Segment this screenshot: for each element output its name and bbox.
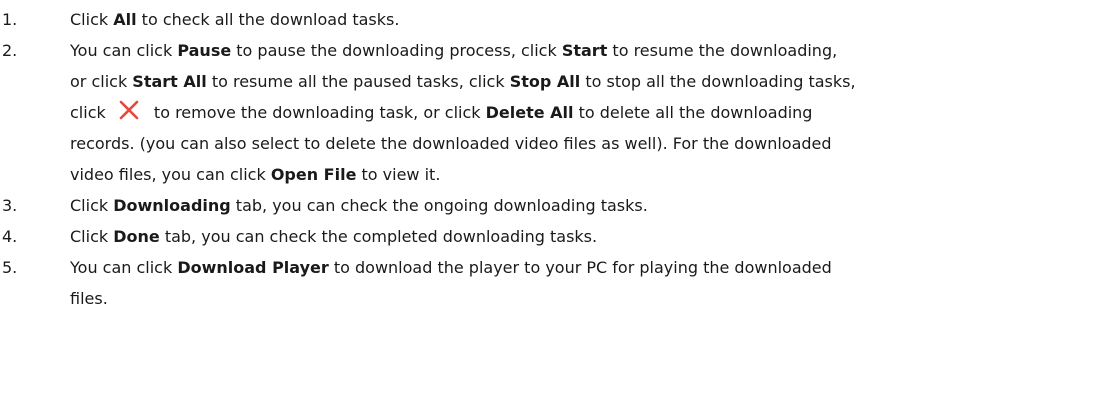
ui-term: All bbox=[113, 10, 137, 29]
text-segment: Click bbox=[70, 196, 114, 215]
step-number: 3. bbox=[2, 196, 18, 215]
instruction-list: 1. Click All to check all the download ta… bbox=[0, 0, 1094, 407]
text-segment: video files, you can click bbox=[70, 165, 271, 184]
text-segment: to delete all the downloading bbox=[573, 103, 813, 122]
text-segment: You can click bbox=[70, 258, 178, 277]
text-segment: to download the player to your PC for pl… bbox=[328, 258, 832, 277]
text-line: or click Start All to resume all the pau… bbox=[70, 66, 1088, 97]
text-line: You can click Download Player to downloa… bbox=[70, 252, 1088, 283]
list-item: 2. You can click Pause to pause the downl… bbox=[0, 35, 1094, 190]
step-text: Click All to check all the download task… bbox=[70, 4, 1088, 35]
text-segment: to view it. bbox=[356, 165, 441, 184]
step-number: 4. bbox=[2, 227, 18, 246]
ui-term: Delete All bbox=[485, 103, 574, 122]
text-segment: to check all the download tasks. bbox=[136, 10, 400, 29]
list-item: 4. Click Done tab, you can check the comp… bbox=[0, 221, 1094, 252]
text-line: records. (you can also select to delete … bbox=[70, 128, 1088, 159]
step-text: You can click Pause to pause the downloa… bbox=[70, 35, 1088, 190]
text-line: Click All to check all the download task… bbox=[70, 4, 1088, 35]
step-text: You can click Download Player to downloa… bbox=[70, 252, 1088, 314]
ui-term: Open File bbox=[270, 165, 357, 184]
text-segment: or click bbox=[70, 72, 133, 91]
step-number: 1. bbox=[2, 10, 18, 29]
text-segment: files. bbox=[70, 289, 108, 308]
step-number: 5. bbox=[2, 258, 18, 277]
text-line: Click Done tab, you can check the comple… bbox=[70, 221, 1088, 252]
step-text: Click Done tab, you can check the comple… bbox=[70, 221, 1088, 252]
text-segment: You can click bbox=[70, 41, 178, 60]
text-segment: records. (you can also select to delete … bbox=[70, 134, 832, 153]
text-segment: to stop all the downloading tasks, bbox=[580, 72, 856, 91]
step-number: 2. bbox=[2, 41, 18, 60]
text-segment: tab, you can check the ongoing downloadi… bbox=[230, 196, 648, 215]
ui-term: Pause bbox=[177, 41, 232, 60]
ui-term: Stop All bbox=[509, 72, 581, 91]
step-text: Click Downloading tab, you can check the… bbox=[70, 190, 1088, 221]
text-segment: to remove the downloading task, or click bbox=[148, 103, 486, 122]
text-line: files. bbox=[70, 283, 1088, 314]
text-segment: Click bbox=[70, 10, 114, 29]
text-segment: to resume all the paused tasks, click bbox=[206, 72, 510, 91]
text-line: Click Downloading tab, you can check the… bbox=[70, 190, 1088, 221]
text-segment: Click bbox=[70, 227, 114, 246]
text-line: click to remove the downloading task, or… bbox=[70, 97, 1088, 128]
list-item: 5. You can click Download Player to downl… bbox=[0, 252, 1094, 314]
ui-term: Done bbox=[113, 227, 160, 246]
text-line: You can click Pause to pause the downloa… bbox=[70, 35, 1088, 66]
list-item: 3. Click Downloading tab, you can check t… bbox=[0, 190, 1094, 221]
ui-term: Download Player bbox=[177, 258, 329, 277]
text-segment: to pause the downloading process, click bbox=[231, 41, 562, 60]
text-line: video files, you can click Open File to … bbox=[70, 159, 1088, 190]
ui-term: Start All bbox=[132, 72, 207, 91]
close-icon bbox=[117, 98, 141, 122]
ui-term: Downloading bbox=[113, 196, 231, 215]
ui-term: Start bbox=[561, 41, 608, 60]
list-item: 1. Click All to check all the download ta… bbox=[0, 4, 1094, 35]
text-segment: to resume the downloading, bbox=[607, 41, 838, 60]
text-segment: tab, you can check the completed downloa… bbox=[159, 227, 598, 246]
text-segment: click bbox=[70, 103, 111, 122]
